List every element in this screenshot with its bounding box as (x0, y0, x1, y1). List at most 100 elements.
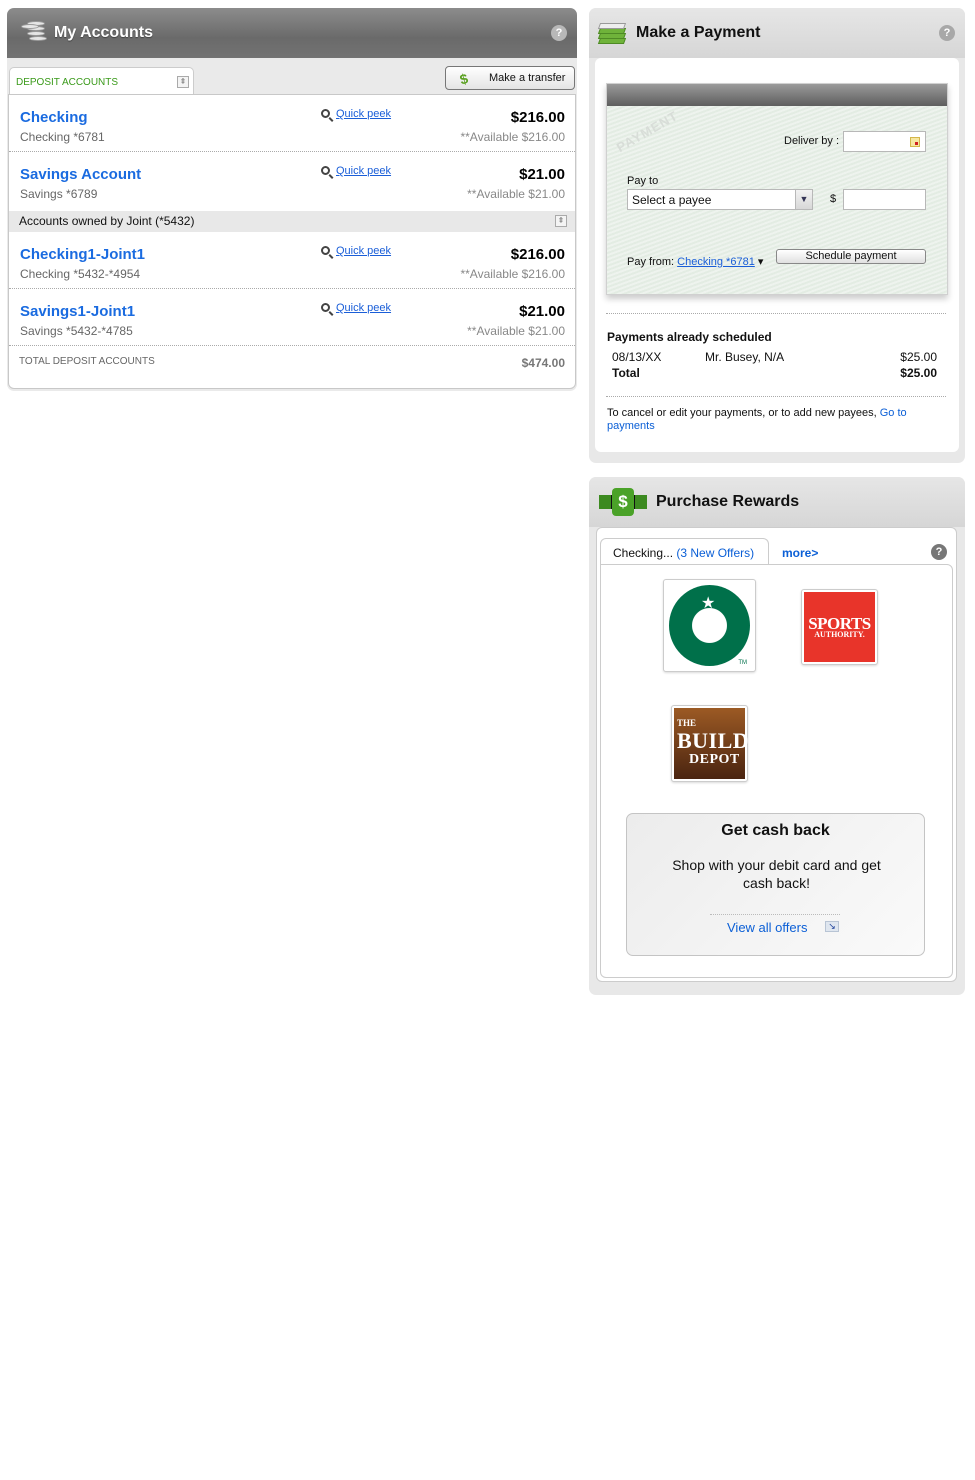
account-available: **Available $21.00 (467, 187, 565, 201)
divider (606, 396, 946, 397)
account-balance: $216.00 (510, 246, 565, 263)
tab-account-name: Checking... (613, 546, 674, 560)
merchant-build-depot[interactable]: THE BUILD DEPOT (671, 705, 749, 782)
make-transfer-button[interactable]: $ Make a transfer (445, 66, 575, 90)
dollar-card-icon: $ (599, 487, 647, 517)
account-row: Checking Checking *6781 Quick peek $216.… (9, 95, 575, 152)
deliver-by-label: Deliver by : (784, 135, 840, 147)
new-offers-link[interactable]: (3 New Offers) (676, 546, 754, 560)
make-transfer-label: Make a transfer (489, 72, 566, 84)
dollar-sign-label: $ (830, 193, 837, 205)
collapse-icon[interactable]: ⇞ (177, 76, 189, 88)
cash-stack-icon (597, 22, 627, 46)
sports-authority-logo: SPORTS AUTHORITY. (804, 592, 875, 662)
help-icon[interactable]: ? (931, 544, 947, 560)
search-icon (321, 246, 330, 255)
search-icon (321, 166, 330, 175)
accounts-tabbar: DEPOSIT ACCOUNTS ⇞ $ Make a transfer (7, 58, 577, 95)
calendar-icon[interactable] (910, 137, 920, 147)
account-row: Savings1-Joint1 Savings *5432-*4785 Quic… (9, 289, 575, 346)
account-name-link[interactable]: Checking1-Joint1 (20, 246, 145, 263)
pay-to-label: Pay to (627, 175, 659, 187)
joint-accounts-header: Accounts owned by Joint (*5432) ⇞ (9, 211, 575, 232)
my-accounts-header: My Accounts ? (7, 8, 577, 58)
chevron-down-icon[interactable]: ▼ (795, 190, 812, 209)
divider (606, 313, 946, 314)
quick-peek: Quick peek (321, 302, 391, 314)
cash-back-text: Shop with your debit card and get cash b… (672, 857, 881, 891)
payee-selected-value: Select a payee (632, 193, 712, 207)
account-balance: $216.00 (510, 109, 565, 126)
payments-note: To cancel or edit your payments, or to a… (607, 407, 937, 433)
merchant-sports-authority[interactable]: SPORTS AUTHORITY. (801, 589, 878, 665)
rewards-body: Checking... (3 New Offers) more> ? TM SP… (596, 527, 957, 982)
my-accounts-title: My Accounts (54, 24, 153, 41)
payee-select[interactable]: Select a payee ▼ (627, 189, 813, 210)
schedule-payment-button[interactable]: Schedule payment (776, 249, 926, 264)
coins-icon (19, 21, 47, 45)
tab-deposit-accounts-label: DEPOSIT ACCOUNTS (16, 77, 119, 88)
divider (710, 914, 840, 915)
accounts-list: Checking Checking *6781 Quick peek $216.… (8, 94, 576, 389)
pay-from: Pay from: Checking *6781 ▾ (627, 255, 763, 268)
account-name-link[interactable]: Checking (20, 109, 88, 126)
account-name-link[interactable]: Savings Account (20, 166, 141, 183)
help-icon[interactable]: ? (551, 25, 567, 41)
account-number: Checking *6781 (20, 130, 105, 144)
quick-peek: Quick peek (321, 245, 391, 257)
logo-text: AUTHORITY. (814, 630, 865, 639)
account-available: **Available $216.00 (460, 267, 565, 281)
payment-date: 08/13/XX (612, 350, 662, 364)
trademark: TM (738, 660, 747, 666)
view-all-offers-link[interactable]: View all offers (727, 920, 807, 935)
payments-note-text: To cancel or edit your payments, or to a… (607, 407, 880, 419)
build-depot-logo: THE BUILD DEPOT (674, 708, 749, 779)
total-deposit-label: TOTAL DEPOSIT ACCOUNTS (19, 356, 155, 367)
arrow-icon[interactable]: ↘ (825, 921, 839, 932)
search-icon (321, 109, 330, 118)
tab-deposit-accounts[interactable]: DEPOSIT ACCOUNTS ⇞ (9, 67, 194, 95)
quick-peek-link[interactable]: Quick peek (336, 165, 391, 177)
pay-from-label: Pay from: (627, 256, 675, 268)
payment-payee: Mr. Busey, N/A (705, 350, 785, 364)
account-available: **Available $216.00 (460, 130, 565, 144)
scheduled-total-label: Total (612, 366, 640, 380)
scheduled-payments: Payments already scheduled 08/13/XX Mr. … (607, 330, 937, 382)
account-available: **Available $21.00 (467, 324, 565, 338)
search-icon (321, 303, 330, 312)
check-header-bar (607, 84, 947, 106)
logo-text: BUILD (677, 728, 750, 753)
quick-peek-link[interactable]: Quick peek (336, 108, 391, 120)
scheduled-payment-row: 08/13/XX Mr. Busey, N/A $25.00 (607, 350, 937, 366)
caret-down-icon[interactable]: ▾ (758, 256, 764, 268)
quick-peek: Quick peek (321, 165, 391, 177)
amount-input[interactable] (843, 189, 926, 210)
merchant-starbucks[interactable]: TM (663, 579, 756, 672)
help-icon[interactable]: ? (939, 25, 955, 41)
collapse-icon[interactable]: ⇞ (555, 215, 567, 227)
payment-body: PAYMENT Deliver by : Pay to Select a pay… (595, 58, 959, 452)
total-deposit-row: TOTAL DEPOSIT ACCOUNTS $474.00 (9, 346, 575, 376)
payment-check-form: PAYMENT Deliver by : Pay to Select a pay… (606, 83, 948, 295)
quick-peek-link[interactable]: Quick peek (336, 302, 391, 314)
purchase-rewards-header: $ Purchase Rewards (589, 477, 965, 527)
scheduled-total-row: Total $25.00 (607, 366, 937, 382)
starbucks-logo (669, 585, 750, 666)
quick-peek: Quick peek (321, 108, 391, 120)
make-payment-header: Make a Payment ? (589, 8, 965, 58)
scheduled-heading: Payments already scheduled (607, 330, 772, 344)
logo-text: DEPOT (689, 752, 740, 767)
more-link[interactable]: more> (782, 546, 818, 560)
pay-from-account-link[interactable]: Checking *6781 (677, 256, 755, 268)
deliver-by-input[interactable] (843, 131, 926, 152)
money-icon: $ (458, 70, 470, 88)
payment-amount: $25.00 (900, 350, 937, 364)
tab-checking-offers[interactable]: Checking... (3 New Offers) (600, 538, 769, 564)
my-accounts-panel: My Accounts ? DEPOSIT ACCOUNTS ⇞ $ Make … (7, 8, 577, 391)
purchase-rewards-title: Purchase Rewards (656, 493, 800, 510)
quick-peek-link[interactable]: Quick peek (336, 245, 391, 257)
cash-back-promo: Get cash back Shop with your debit card … (626, 813, 925, 956)
make-payment-title: Make a Payment (636, 24, 761, 41)
account-name-link[interactable]: Savings1-Joint1 (20, 303, 135, 320)
scheduled-total-value: $25.00 (900, 366, 937, 380)
